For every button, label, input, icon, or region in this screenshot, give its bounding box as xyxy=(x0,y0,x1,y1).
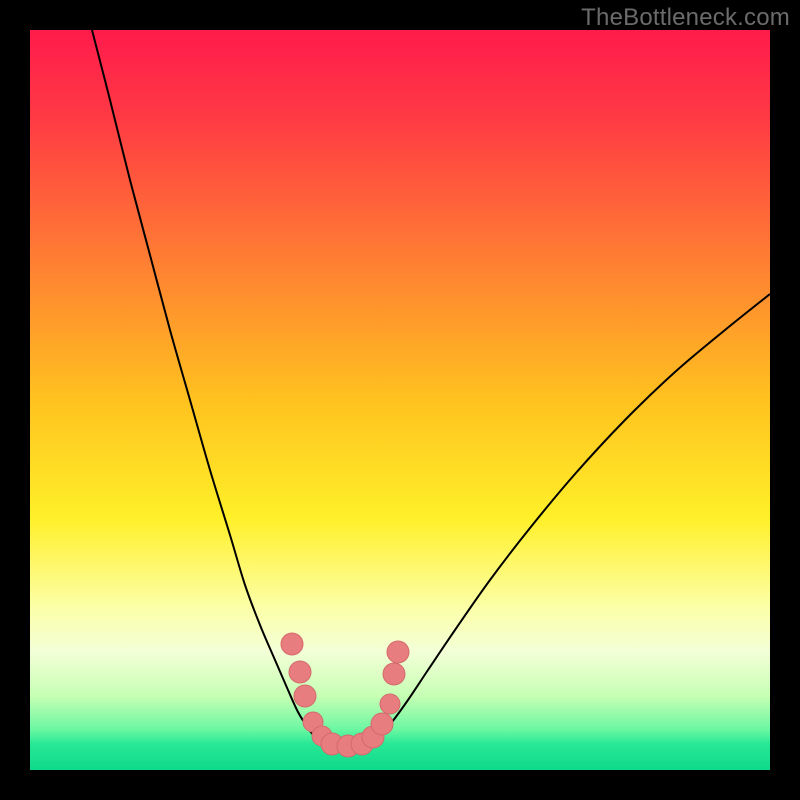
data-marker xyxy=(294,685,316,707)
marker-group xyxy=(281,633,409,757)
bottleneck-curve xyxy=(92,30,770,746)
curve-layer xyxy=(30,30,770,770)
data-marker xyxy=(383,663,405,685)
data-marker xyxy=(371,713,393,735)
plot-area xyxy=(30,30,770,770)
data-marker xyxy=(387,641,409,663)
watermark-text: TheBottleneck.com xyxy=(581,4,790,32)
chart-frame: TheBottleneck.com xyxy=(0,0,800,800)
data-marker xyxy=(289,661,311,683)
data-marker xyxy=(380,694,400,714)
data-marker xyxy=(281,633,303,655)
